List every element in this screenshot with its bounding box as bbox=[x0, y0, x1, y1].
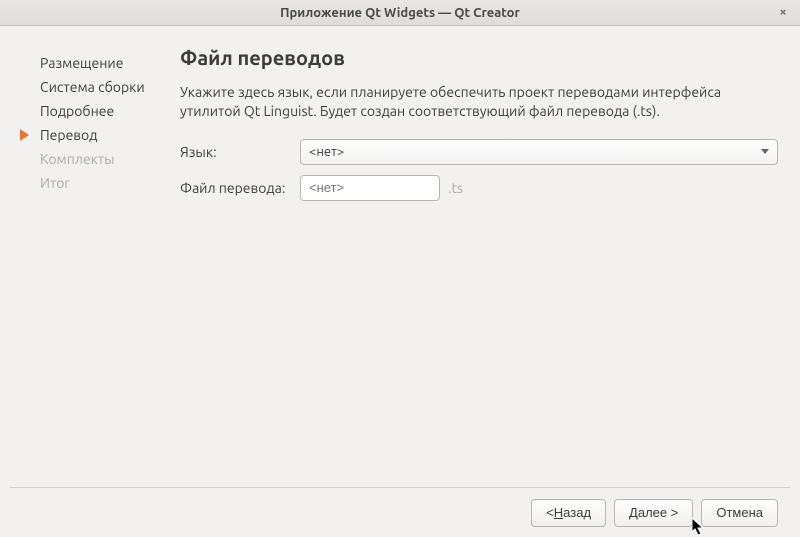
sidebar-item-translation: Перевод bbox=[40, 123, 180, 147]
page-description: Укажите здесь язык, если планируете обес… bbox=[180, 83, 778, 121]
translation-file-suffix: .ts bbox=[448, 180, 463, 196]
language-combobox[interactable]: <нет> bbox=[300, 139, 778, 165]
titlebar: Приложение Qt Widgets — Qt Creator × bbox=[0, 0, 800, 26]
window-title: Приложение Qt Widgets — Qt Creator bbox=[280, 6, 520, 20]
next-button[interactable]: Далее > bbox=[614, 499, 693, 527]
cancel-button[interactable]: Отмена bbox=[701, 499, 778, 527]
sidebar-item-kits: Комплекты bbox=[40, 147, 180, 171]
language-row: Язык: <нет> bbox=[180, 139, 778, 165]
sidebar-item-buildsystem: Система сборки bbox=[40, 75, 180, 99]
translation-file-row: Файл перевода: .ts bbox=[180, 175, 778, 201]
sidebar-item-location: Размещение bbox=[40, 51, 180, 75]
wizard-main: Файл переводов Укажите здесь язык, если … bbox=[180, 46, 790, 487]
language-value: <нет> bbox=[309, 145, 344, 159]
wizard-footer: < Назад Далее > Отмена bbox=[10, 487, 790, 537]
translation-file-label: Файл перевода: bbox=[180, 180, 300, 196]
sidebar-item-details: Подробнее bbox=[40, 99, 180, 123]
close-icon[interactable]: × bbox=[774, 3, 792, 21]
translation-file-input[interactable] bbox=[300, 175, 440, 201]
page-title: Файл переводов bbox=[180, 46, 778, 69]
wizard-sidebar: Размещение Система сборки Подробнее Пере… bbox=[10, 46, 180, 487]
language-label: Язык: bbox=[180, 144, 300, 160]
back-button[interactable]: < Назад bbox=[531, 499, 606, 527]
sidebar-item-summary: Итог bbox=[40, 171, 180, 195]
chevron-down-icon bbox=[761, 149, 769, 154]
wizard-body: Размещение Система сборки Подробнее Пере… bbox=[0, 26, 800, 487]
